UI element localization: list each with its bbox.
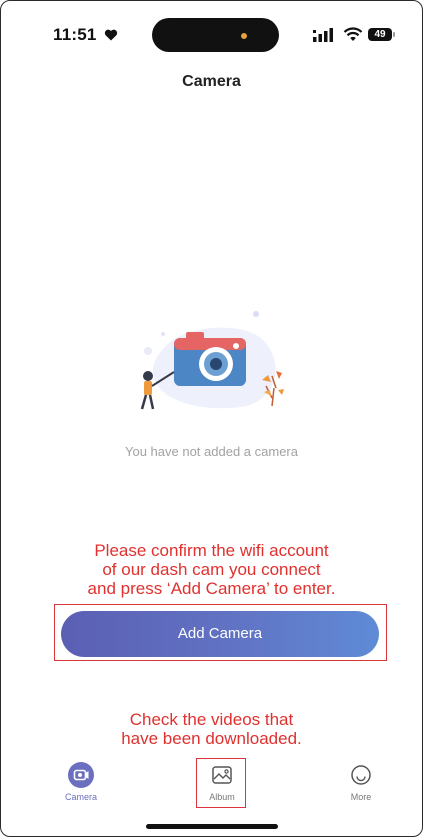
status-time: 11:51	[53, 25, 97, 44]
tab-label: Album	[209, 792, 235, 802]
privacy-indicator-dot	[241, 33, 247, 39]
tab-camera[interactable]: Camera	[41, 761, 121, 802]
instruction-annotation: Please confirm the wifi account of our d…	[1, 541, 422, 598]
cellular-signal-icon	[313, 28, 333, 42]
annotation-line: and press ‘Add Camera’ to enter.	[87, 579, 336, 598]
tab-album[interactable]: Album	[182, 761, 262, 802]
annotation-line: have been downloaded.	[121, 729, 302, 748]
annotation-line: Check the videos that	[129, 710, 294, 729]
tab-more[interactable]: More	[321, 761, 401, 802]
phone-screen: 11:51 49 Camera You have not added a cam…	[0, 0, 423, 837]
home-indicator[interactable]	[146, 824, 278, 829]
battery-tip	[393, 32, 395, 37]
empty-state-message: You have not added a camera	[125, 444, 298, 459]
more-icon	[351, 765, 371, 785]
page-title: Camera	[182, 73, 241, 90]
dynamic-island	[152, 18, 279, 52]
album-icon	[212, 766, 232, 784]
annotation-line: Please confirm the wifi account	[94, 541, 329, 560]
camera-illustration	[140, 311, 284, 410]
camera-icon	[68, 762, 94, 788]
battery-indicator: 49	[368, 28, 392, 41]
heart-icon	[104, 29, 118, 41]
album-annotation: Check the videos that have been download…	[1, 710, 422, 748]
tab-label: Camera	[64, 792, 97, 802]
tab-label: More	[350, 792, 372, 802]
annotation-line: of our dash cam you connect	[102, 560, 321, 579]
add-camera-button[interactable]: Add Camera	[61, 611, 379, 657]
wifi-icon	[343, 27, 363, 41]
